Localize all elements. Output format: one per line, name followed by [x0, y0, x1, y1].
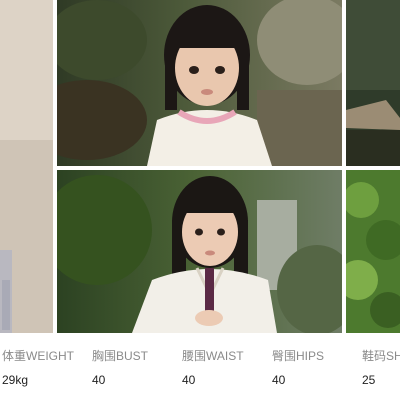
measurement-waist-label: 腰围WAIST: [182, 349, 244, 363]
child-portrait-bottom-image: [57, 170, 342, 333]
measurement-hips-value: 40: [272, 373, 286, 387]
photo-bottom-main[interactable]: [57, 170, 342, 333]
child-portrait-top-image: [57, 0, 342, 166]
photo-left-image: [0, 0, 53, 333]
photo-top-right-image: [346, 0, 400, 166]
photo-bottom-right-image: [346, 170, 400, 333]
measurement-bust-value: 40: [92, 373, 106, 387]
photo-left-strip[interactable]: [0, 0, 53, 333]
measurement-waist: 腰围WAIST 40: [182, 347, 244, 387]
measurement-weight-value: 29kg: [2, 373, 29, 387]
measurement-bust: 胸围BUST 40: [92, 347, 148, 387]
measurement-bust-label: 胸围BUST: [92, 349, 149, 363]
measurement-waist-value: 40: [182, 373, 196, 387]
photo-top-right[interactable]: [346, 0, 400, 166]
measurement-shoe: 鞋码SH 25: [362, 347, 400, 387]
measurement-weight: 体重WEIGHT 29kg: [2, 347, 74, 387]
photo-top-main[interactable]: [57, 0, 342, 166]
measurements-row: 体重WEIGHT 29kg 胸围BUST 40 腰围WAIST 40 臀围HIP…: [0, 333, 400, 400]
measurement-hips-label: 臀围HIPS: [272, 349, 325, 363]
measurement-hips: 臀围HIPS 40: [272, 347, 324, 387]
measurement-weight-label: 体重WEIGHT: [2, 349, 74, 363]
measurement-shoe-value: 25: [362, 373, 376, 387]
measurement-shoe-label: 鞋码SH: [362, 349, 400, 363]
photo-bottom-right[interactable]: [346, 170, 400, 333]
